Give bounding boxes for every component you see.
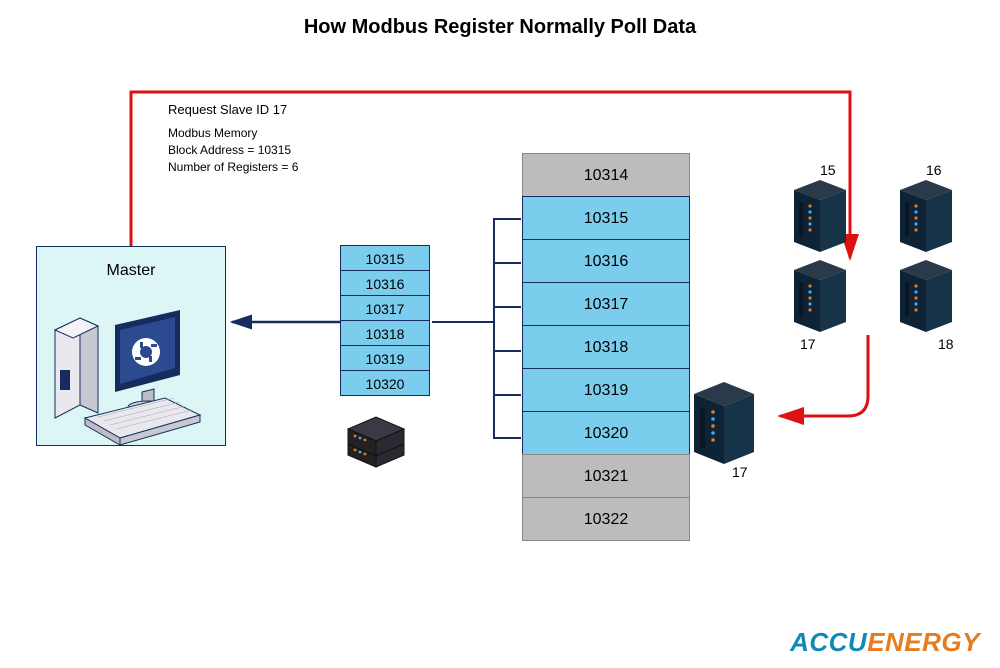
master-computer-icon	[50, 310, 220, 460]
request-slave-id-label: Request Slave ID 17	[168, 102, 287, 117]
master-label: Master	[40, 262, 222, 280]
reg-cell: 10319	[340, 345, 430, 371]
server-icon	[896, 258, 956, 336]
reg-cell: 10318	[522, 325, 690, 369]
server-icon	[790, 258, 850, 336]
reg-cell: 10317	[522, 282, 690, 326]
modbus-memory-info: Modbus Memory Block Address = 10315 Numb…	[168, 125, 298, 175]
reg-cell: 10315	[522, 196, 690, 240]
memory-line2: Block Address = 10315	[168, 142, 298, 159]
brand-logo: ACCUENERGY	[790, 627, 980, 658]
reg-cell: 10316	[340, 270, 430, 296]
server-icon	[690, 380, 758, 468]
response-register-block: 10315 10316 10317 10318 10319 10320	[340, 246, 430, 396]
memory-line3: Number of Registers = 6	[168, 159, 298, 176]
reg-cell: 10316	[522, 239, 690, 283]
slave-id-label: 17	[800, 336, 816, 352]
reg-cell: 10317	[340, 295, 430, 321]
reg-cell: 10314	[522, 153, 690, 197]
brand-part1: ACCU	[790, 627, 867, 657]
server-icon	[896, 178, 956, 256]
slave-id-label: 18	[938, 336, 954, 352]
reg-cell: 10320	[340, 370, 430, 396]
memory-line1: Modbus Memory	[168, 125, 298, 142]
slave-memory-map: 10314 10315 10316 10317 10318 10319 1032…	[522, 154, 690, 541]
reg-cell: 10319	[522, 368, 690, 412]
reg-cell: 10320	[522, 411, 690, 455]
brand-part2: ENERGY	[867, 627, 980, 657]
diagram-title: How Modbus Register Normally Poll Data	[0, 16, 1000, 39]
server-icon	[790, 178, 850, 256]
slave-id-label: 16	[926, 162, 942, 178]
slave-id-label: 15	[820, 162, 836, 178]
reg-cell: 10321	[522, 454, 690, 498]
small-device-icon	[346, 414, 406, 469]
reg-cell: 10318	[340, 320, 430, 346]
reg-cell: 10322	[522, 497, 690, 541]
reg-cell: 10315	[340, 245, 430, 271]
